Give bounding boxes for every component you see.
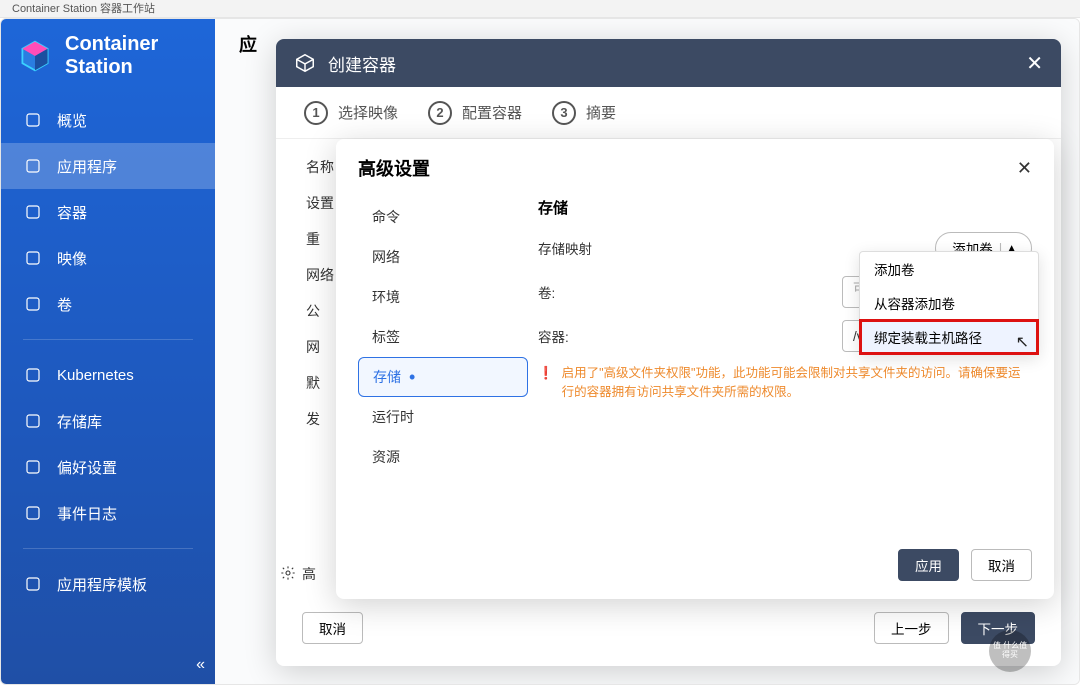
sidebar-item-label: 应用程序	[57, 156, 117, 177]
adv-tab-标签[interactable]: 标签	[358, 317, 528, 357]
apply-button[interactable]: 应用	[898, 549, 959, 581]
add-volume-dropdown: 添加卷从容器添加卷绑定装载主机路径	[859, 251, 1039, 355]
adv-tab-存储[interactable]: 存储	[358, 357, 528, 397]
advanced-content: 存储 存储映射 添加卷 | ▴ 卷: 可选 容器:	[528, 197, 1032, 535]
adv-tab-环境[interactable]: 环境	[358, 277, 528, 317]
cancel-button[interactable]: 取消	[971, 549, 1032, 581]
cube-icon	[294, 52, 316, 74]
cancel-button[interactable]: 取消	[302, 612, 363, 644]
advanced-title: 高级设置	[358, 155, 430, 181]
step-number: 2	[428, 101, 452, 125]
container-row-label: 容器:	[538, 326, 596, 346]
step-label: 摘要	[586, 102, 616, 123]
gear-icon	[23, 457, 43, 477]
cursor-icon: ↖	[1016, 332, 1029, 352]
sidebar-item-偏好设置[interactable]: 偏好设置	[1, 444, 215, 490]
advanced-tabs: 命令网络环境标签存储运行时资源	[358, 197, 528, 535]
sidebar-item-label: 事件日志	[57, 503, 117, 524]
gear-icon	[280, 565, 296, 584]
prev-step-button[interactable]: 上一步	[874, 612, 949, 644]
sidebar-item-Kubernetes[interactable]: Kubernetes	[1, 352, 215, 398]
nav-separator	[23, 548, 193, 549]
wizard-step-1[interactable]: 1 选择映像	[304, 101, 398, 125]
dropdown-item-1[interactable]: 从容器添加卷	[860, 286, 1038, 320]
dropdown-item-0[interactable]: 添加卷	[860, 252, 1038, 286]
tiles-icon	[23, 411, 43, 431]
step-number: 3	[552, 101, 576, 125]
sidebar-item-label: 容器	[57, 202, 87, 223]
close-icon[interactable]: ✕	[1026, 51, 1043, 76]
modal-header: 创建容器 ✕	[276, 39, 1061, 87]
advanced-settings-panel: 高级设置 ✕ 命令网络环境标签存储运行时资源 存储 存储映射 添加卷 | ▴ 卷…	[336, 139, 1054, 599]
sidebar-item-label: Kubernetes	[57, 367, 134, 384]
advanced-link-label: 高	[302, 564, 316, 584]
storage-section-title: 存储	[538, 197, 1032, 218]
sidebar: Container Station 概览应用程序容器映像卷 Kubernetes…	[1, 19, 215, 684]
dropdown-item-2[interactable]: 绑定装载主机路径	[860, 320, 1038, 354]
watermark: 值 什么值得买	[989, 630, 1031, 672]
cube-icon	[23, 202, 43, 222]
brand-text: Container Station	[65, 33, 199, 79]
sidebar-item-应用程序[interactable]: 应用程序	[1, 143, 215, 189]
wizard-step-3[interactable]: 3 摘要	[552, 101, 616, 125]
warning-text: 启用了"高级文件夹权限"功能，此功能可能会限制对共享文件夹的访问。请确保要运行的…	[562, 364, 1032, 402]
sidebar-item-概览[interactable]: 概览	[1, 97, 215, 143]
wizard-step-2[interactable]: 2 配置容器	[428, 101, 522, 125]
collapse-sidebar-button[interactable]: «	[196, 656, 205, 674]
advanced-link[interactable]: 高	[280, 564, 316, 584]
step-number: 1	[304, 101, 328, 125]
window-title: Container Station 容器工作站	[0, 0, 1080, 18]
warning-message: ❗ 启用了"高级文件夹权限"功能，此功能可能会限制对共享文件夹的访问。请确保要运…	[538, 364, 1032, 402]
sidebar-item-映像[interactable]: 映像	[1, 235, 215, 281]
database-icon	[23, 294, 43, 314]
sidebar-item-卷[interactable]: 卷	[1, 281, 215, 327]
sidebar-item-label: 应用程序模板	[57, 574, 147, 595]
list-icon	[23, 503, 43, 523]
wizard-steps: 1 选择映像 2 配置容器 3 摘要	[276, 87, 1061, 139]
adv-tab-命令[interactable]: 命令	[358, 197, 528, 237]
warning-icon: ❗	[538, 364, 554, 402]
adv-tab-运行时[interactable]: 运行时	[358, 397, 528, 437]
modal-title: 创建容器	[328, 51, 396, 76]
volume-row-label: 卷:	[538, 282, 596, 302]
step-label: 配置容器	[462, 102, 522, 123]
sidebar-item-应用程序模板[interactable]: 应用程序模板	[1, 561, 215, 607]
sidebar-item-存储库[interactable]: 存储库	[1, 398, 215, 444]
modal-footer: 取消 上一步 下一步	[276, 598, 1061, 666]
nav-separator	[23, 339, 193, 340]
close-icon[interactable]: ✕	[1017, 158, 1032, 179]
sidebar-item-label: 偏好设置	[57, 457, 117, 478]
nav: 概览应用程序容器映像卷 Kubernetes 存储库偏好设置事件日志 应用程序模板	[1, 97, 215, 684]
sidebar-item-label: 映像	[57, 248, 87, 269]
brand-logo-icon	[17, 38, 53, 74]
sidebar-item-事件日志[interactable]: 事件日志	[1, 490, 215, 536]
gauge-icon	[23, 110, 43, 130]
step-label: 选择映像	[338, 102, 398, 123]
adv-tab-网络[interactable]: 网络	[358, 237, 528, 277]
brand: Container Station	[1, 19, 215, 97]
wheel-icon	[23, 365, 43, 385]
storage-mapping-label: 存储映射	[538, 238, 592, 258]
sidebar-item-容器[interactable]: 容器	[1, 189, 215, 235]
sidebar-item-label: 概览	[57, 110, 87, 131]
template-icon	[23, 574, 43, 594]
sidebar-item-label: 存储库	[57, 411, 102, 432]
sidebar-item-label: 卷	[57, 294, 72, 315]
grid-icon	[23, 156, 43, 176]
adv-tab-资源[interactable]: 资源	[358, 437, 528, 477]
layers-icon	[23, 248, 43, 268]
app-frame: Container Station 概览应用程序容器映像卷 Kubernetes…	[0, 18, 1080, 685]
